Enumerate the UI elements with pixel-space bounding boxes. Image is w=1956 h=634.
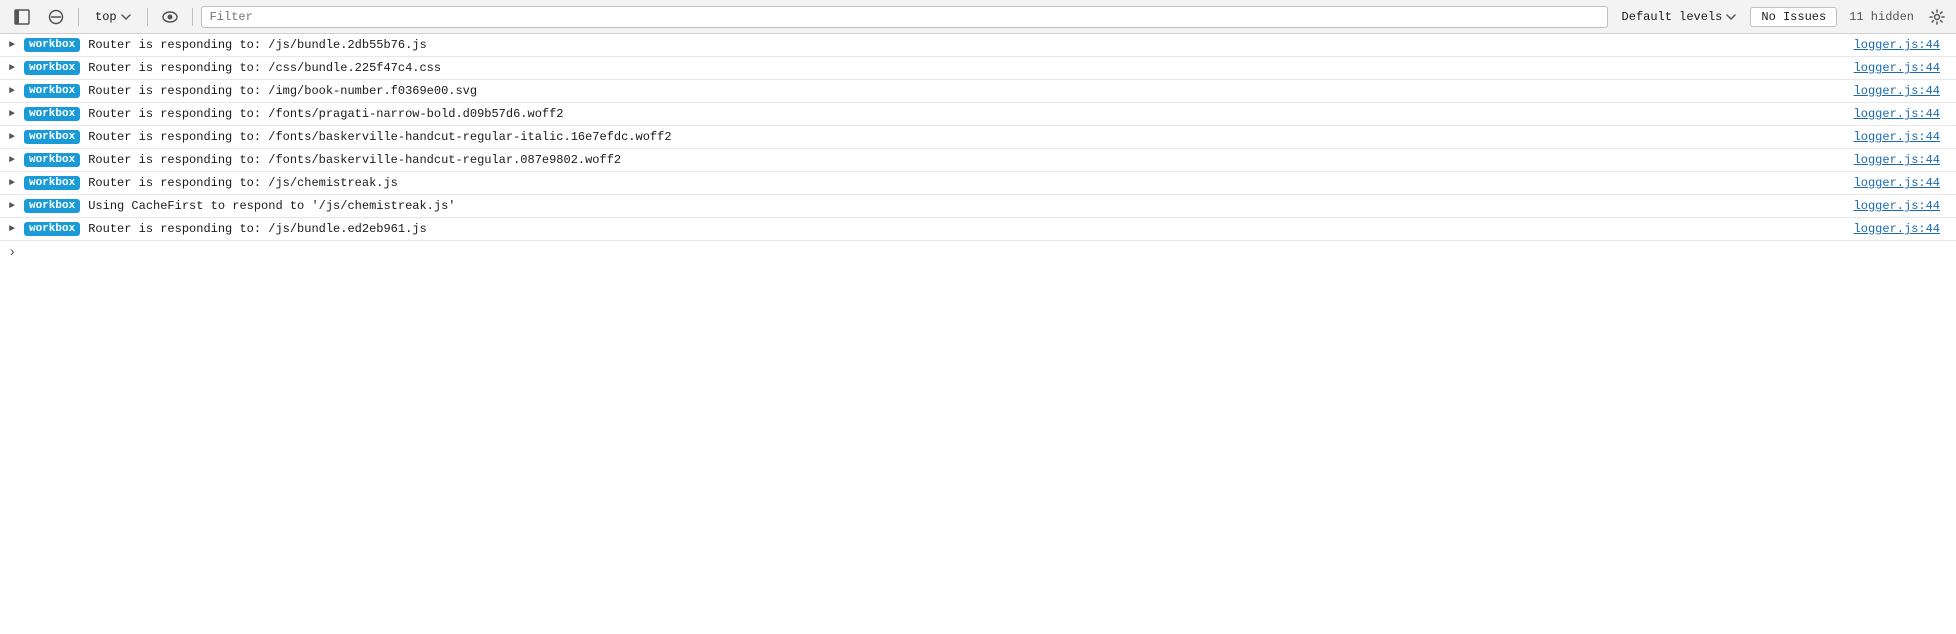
levels-button[interactable]: Default levels	[1614, 8, 1745, 26]
toolbar-divider-2	[147, 8, 148, 26]
clear-console-button[interactable]	[42, 6, 70, 28]
log-message: Router is responding to: /js/chemistreak…	[80, 176, 1853, 190]
log-source[interactable]: logger.js:44	[1854, 107, 1956, 121]
table-row: ► workbox Router is responding to: /css/…	[0, 57, 1956, 80]
log-message: Router is responding to: /fonts/baskervi…	[80, 130, 1853, 144]
log-source[interactable]: logger.js:44	[1854, 84, 1956, 98]
table-row: ► workbox Using CacheFirst to respond to…	[0, 195, 1956, 218]
expand-arrow[interactable]: ►	[4, 104, 20, 124]
workbox-badge: workbox	[24, 107, 80, 121]
log-message: Router is responding to: /js/bundle.2db5…	[80, 38, 1853, 52]
gear-icon	[1929, 9, 1945, 25]
prompt-arrow: ›	[8, 245, 16, 261]
levels-label: Default levels	[1622, 10, 1723, 24]
expand-arrow[interactable]: ►	[4, 150, 20, 170]
log-source[interactable]: logger.js:44	[1854, 199, 1956, 213]
table-row: ► workbox Router is responding to: /js/b…	[0, 218, 1956, 241]
workbox-badge: workbox	[24, 176, 80, 190]
eye-button[interactable]	[156, 6, 184, 28]
log-rows-container: ► workbox Router is responding to: /js/b…	[0, 34, 1956, 241]
eye-icon	[162, 11, 178, 23]
toolbar-divider-1	[78, 8, 79, 26]
table-row: ► workbox Router is responding to: /font…	[0, 149, 1956, 172]
expand-arrow[interactable]: ►	[4, 196, 20, 216]
table-row: ► workbox Router is responding to: /font…	[0, 103, 1956, 126]
workbox-badge: workbox	[24, 84, 80, 98]
hidden-count: 11 hidden	[1843, 10, 1920, 24]
log-source[interactable]: logger.js:44	[1854, 130, 1956, 144]
settings-button[interactable]	[1926, 6, 1948, 28]
levels-chevron-icon	[1726, 14, 1736, 20]
toolbar-divider-3	[192, 8, 193, 26]
workbox-badge: workbox	[24, 38, 80, 52]
workbox-badge: workbox	[24, 199, 80, 213]
table-row: ► workbox Router is responding to: /font…	[0, 126, 1956, 149]
workbox-badge: workbox	[24, 61, 80, 75]
table-row: ► workbox Router is responding to: /js/b…	[0, 34, 1956, 57]
log-source[interactable]: logger.js:44	[1854, 176, 1956, 190]
workbox-badge: workbox	[24, 130, 80, 144]
workbox-badge: workbox	[24, 153, 80, 167]
log-source[interactable]: logger.js:44	[1854, 38, 1956, 52]
expand-arrow[interactable]: ►	[4, 219, 20, 239]
context-selector-button[interactable]: top	[87, 8, 139, 26]
issues-button[interactable]: No Issues	[1750, 7, 1837, 27]
expand-arrow[interactable]: ►	[4, 173, 20, 193]
log-message: Router is responding to: /fonts/baskervi…	[80, 153, 1853, 167]
expand-arrow[interactable]: ►	[4, 58, 20, 78]
log-message: Router is responding to: /js/bundle.ed2e…	[80, 222, 1853, 236]
clear-icon	[48, 9, 64, 25]
panel-toggle-icon	[14, 9, 30, 25]
log-source[interactable]: logger.js:44	[1854, 153, 1956, 167]
log-message: Router is responding to: /img/book-numbe…	[80, 84, 1853, 98]
workbox-badge: workbox	[24, 222, 80, 236]
prompt-row: ›	[0, 241, 1956, 265]
log-message: Router is responding to: /css/bundle.225…	[80, 61, 1853, 75]
expand-arrow[interactable]: ►	[4, 127, 20, 147]
panel-toggle-button[interactable]	[8, 6, 36, 28]
expand-arrow[interactable]: ►	[4, 35, 20, 55]
table-row: ► workbox Router is responding to: /js/c…	[0, 172, 1956, 195]
console-content: ► workbox Router is responding to: /js/b…	[0, 34, 1956, 634]
log-message: Using CacheFirst to respond to '/js/chem…	[80, 199, 1853, 213]
log-message: Router is responding to: /fonts/pragati-…	[80, 107, 1853, 121]
context-label: top	[95, 10, 117, 24]
expand-arrow[interactable]: ►	[4, 81, 20, 101]
filter-input[interactable]	[201, 6, 1608, 28]
issues-label: No Issues	[1761, 10, 1826, 24]
console-toolbar: top Default levels No Issues 11 hidden	[0, 0, 1956, 34]
log-source[interactable]: logger.js:44	[1854, 61, 1956, 75]
table-row: ► workbox Router is responding to: /img/…	[0, 80, 1956, 103]
log-source[interactable]: logger.js:44	[1854, 222, 1956, 236]
chevron-down-icon	[121, 14, 131, 20]
